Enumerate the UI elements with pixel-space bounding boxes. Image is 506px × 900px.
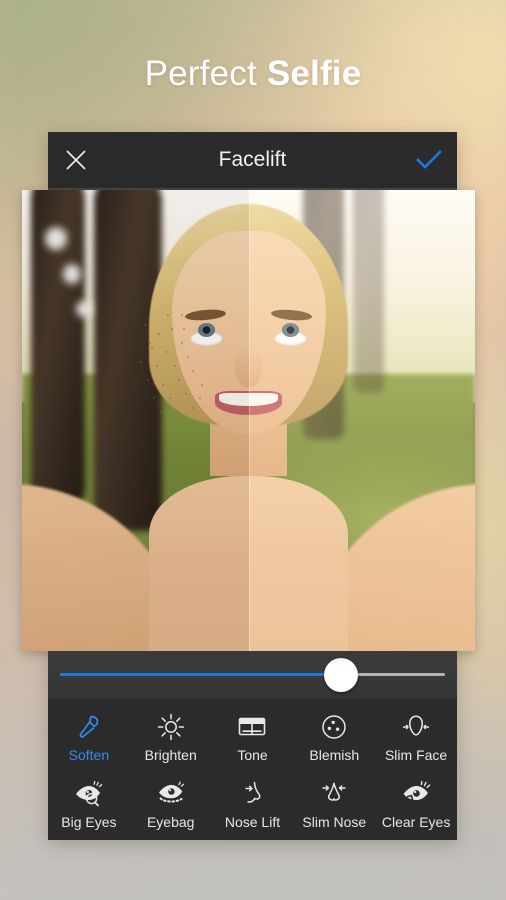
tool-label: Brighten bbox=[144, 746, 197, 763]
tool-grid: Soften Brighten Tone Blemish Slim Face B… bbox=[48, 699, 457, 840]
promo-headline: Perfect Selfie bbox=[0, 50, 506, 98]
close-button[interactable] bbox=[48, 132, 104, 188]
big-eyes-icon bbox=[72, 778, 106, 810]
photo-preview[interactable] bbox=[22, 190, 475, 651]
slim-face-icon bbox=[399, 711, 433, 743]
tool-eyebag[interactable]: Eyebag bbox=[130, 770, 212, 837]
tool-slim-nose[interactable]: Slim Nose bbox=[293, 770, 375, 837]
tool-blemish[interactable]: Blemish bbox=[293, 703, 375, 770]
tool-big-eyes[interactable]: Big Eyes bbox=[48, 770, 130, 837]
tool-label: Eyebag bbox=[146, 813, 195, 830]
promo-headline-bold: Selfie bbox=[266, 54, 362, 93]
photo-before-half bbox=[22, 190, 249, 651]
app-header: Facelift bbox=[48, 132, 457, 188]
page-title: Facelift bbox=[218, 148, 287, 171]
tool-label: Slim Nose bbox=[302, 813, 367, 830]
eyebag-icon bbox=[154, 778, 188, 810]
slider-fill bbox=[60, 673, 342, 676]
promo-headline-light: Perfect bbox=[144, 54, 257, 93]
tool-row-2: Big Eyes Eyebag Nose Lift Slim Nose Clea… bbox=[48, 770, 457, 837]
tool-row-1: Soften Brighten Tone Blemish Slim Face bbox=[48, 703, 457, 770]
tool-nose-lift[interactable]: Nose Lift bbox=[212, 770, 294, 837]
photo-split-divider bbox=[248, 190, 250, 651]
tool-brighten[interactable]: Brighten bbox=[130, 703, 212, 770]
makeup-brush-icon bbox=[72, 711, 106, 743]
tool-soften[interactable]: Soften bbox=[48, 703, 130, 770]
tool-label: Big Eyes bbox=[61, 813, 117, 830]
intensity-slider[interactable] bbox=[60, 657, 445, 692]
palette-grid-icon bbox=[235, 711, 269, 743]
tool-label: Soften bbox=[68, 746, 110, 763]
tool-label: Clear Eyes bbox=[381, 813, 451, 830]
tool-label: Nose Lift bbox=[224, 813, 281, 830]
nose-lift-icon bbox=[235, 778, 269, 810]
tool-clear-eyes[interactable]: Clear Eyes bbox=[375, 770, 457, 837]
tool-tone[interactable]: Tone bbox=[212, 703, 294, 770]
checkmark-icon bbox=[416, 150, 442, 169]
tool-label: Tone bbox=[237, 746, 268, 763]
close-x-icon bbox=[66, 150, 86, 170]
photo-after-half bbox=[248, 190, 475, 651]
tool-slim-face[interactable]: Slim Face bbox=[375, 703, 457, 770]
intensity-slider-bar bbox=[48, 650, 457, 699]
tool-label: Blemish bbox=[309, 746, 360, 763]
slim-nose-icon bbox=[317, 778, 351, 810]
photo-scene bbox=[22, 190, 475, 651]
clear-eyes-icon bbox=[399, 778, 433, 810]
blemish-dots-icon bbox=[317, 711, 351, 743]
tool-label: Slim Face bbox=[384, 746, 448, 763]
slider-thumb[interactable] bbox=[324, 657, 359, 692]
screenshot-root: Perfect Selfie Facelift A|B bbox=[0, 0, 506, 900]
sun-brightness-icon bbox=[154, 711, 188, 743]
confirm-button[interactable] bbox=[401, 132, 457, 188]
